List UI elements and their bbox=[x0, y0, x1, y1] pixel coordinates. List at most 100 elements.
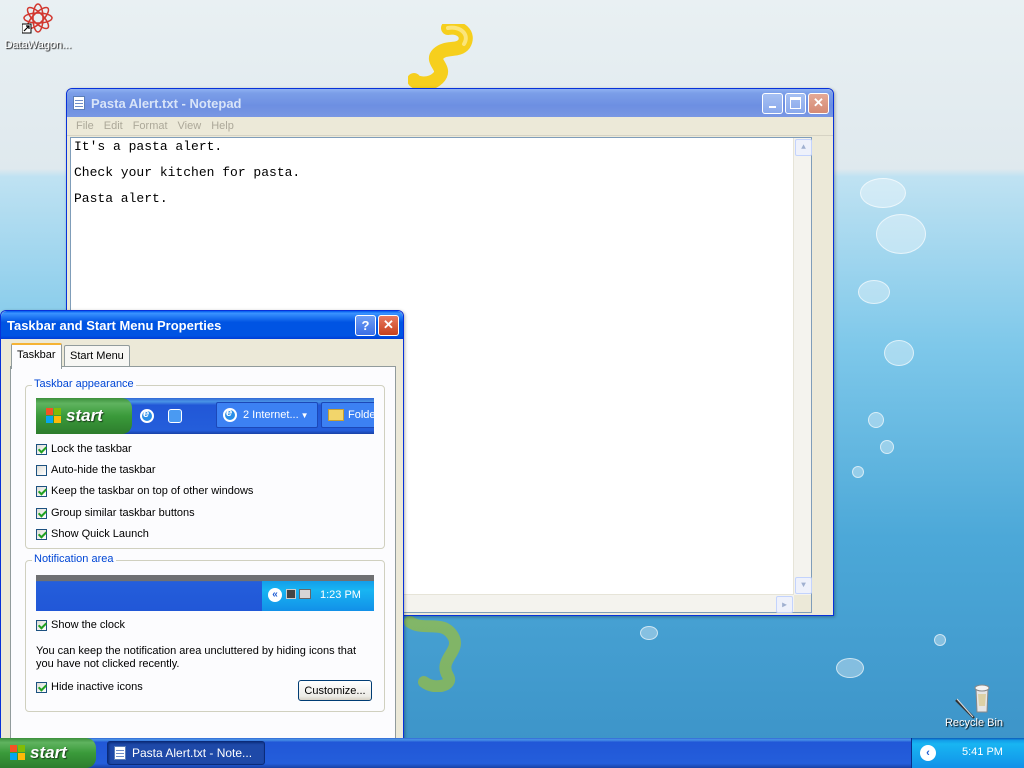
notepad-icon bbox=[73, 96, 85, 110]
group-legend: Taskbar appearance bbox=[32, 378, 136, 390]
checkbox-box bbox=[36, 464, 47, 476]
desktop-icon-datawagon[interactable]: DataWagon... bbox=[0, 2, 76, 51]
notepad-title: Pasta Alert.txt - Notepad bbox=[91, 95, 242, 111]
show-clock-checkbox[interactable]: Show the clock bbox=[36, 619, 125, 631]
checkbox-label: Group similar taskbar buttons bbox=[51, 507, 195, 519]
printer-icon bbox=[299, 589, 311, 599]
notepad-icon bbox=[114, 746, 126, 760]
notification-description: You can keep the notification area unclu… bbox=[36, 645, 357, 670]
checkbox-label: Show the clock bbox=[51, 619, 125, 631]
preview-task-internet: 2 Internet... ▼ bbox=[216, 402, 318, 428]
dialog-body: Taskbar Start Menu Taskbar appearance st… bbox=[4, 339, 400, 762]
scroll-right-button[interactable]: ▶ bbox=[776, 596, 793, 613]
notification-area-group: Notification area « 1:23 PM Show the clo… bbox=[25, 553, 385, 712]
taskbar-preview: start 2 Internet... ▼ Folde bbox=[36, 398, 374, 434]
bubble-decoration bbox=[858, 280, 890, 304]
clock[interactable]: 5:41 PM bbox=[962, 746, 1003, 758]
close-icon: ✕ bbox=[383, 317, 394, 332]
bubble-decoration bbox=[640, 626, 658, 640]
desktop-icon-label: DataWagon... bbox=[4, 39, 72, 51]
lock-taskbar-checkbox[interactable]: Lock the taskbar bbox=[36, 443, 132, 455]
notepad-menubar: File Edit Format View Help bbox=[67, 117, 833, 136]
desktop-icon-label: Recycle Bin bbox=[944, 717, 1004, 729]
auto-hide-checkbox[interactable]: Auto-hide the taskbar bbox=[36, 464, 156, 476]
menu-file[interactable]: File bbox=[71, 120, 99, 132]
checkbox-label: Keep the taskbar on top of other windows bbox=[51, 485, 254, 497]
text-line: Check your kitchen for pasta. bbox=[74, 165, 301, 180]
taskbar-button-notepad[interactable]: Pasta Alert.txt - Note... bbox=[107, 741, 265, 765]
quick-launch-icon bbox=[168, 409, 182, 423]
keep-on-top-checkbox[interactable]: Keep the taskbar on top of other windows bbox=[36, 485, 253, 497]
help-icon: ? bbox=[361, 317, 370, 333]
bubble-decoration bbox=[868, 412, 884, 428]
maximize-button[interactable] bbox=[785, 92, 806, 114]
menu-edit[interactable]: Edit bbox=[99, 120, 128, 132]
text-line: Pasta alert. bbox=[74, 191, 168, 206]
group-buttons-checkbox[interactable]: Group similar taskbar buttons bbox=[36, 507, 195, 519]
show-hidden-icons-button[interactable]: ‹ bbox=[920, 745, 936, 761]
dialog-close-button[interactable]: ✕ bbox=[378, 314, 399, 336]
quick-launch-checkbox[interactable]: Show Quick Launch bbox=[36, 528, 149, 540]
menu-help[interactable]: Help bbox=[206, 120, 239, 132]
tab-taskbar[interactable]: Taskbar bbox=[11, 343, 62, 369]
pasta-decoration bbox=[408, 24, 473, 90]
dropdown-arrow-icon: ▼ bbox=[300, 410, 309, 420]
preview-tray: « 1:23 PM bbox=[262, 581, 374, 611]
checkbox-box bbox=[36, 485, 47, 497]
close-icon: ✕ bbox=[813, 95, 824, 110]
checkbox-box bbox=[36, 619, 47, 631]
taskbar: start Pasta Alert.txt - Note... ‹ 5:41 P… bbox=[0, 738, 1024, 768]
preview-task-label: Folde bbox=[348, 409, 374, 421]
close-button[interactable]: ✕ bbox=[808, 92, 829, 114]
dialog-titlebar[interactable]: Taskbar and Start Menu Properties ? ✕ bbox=[1, 311, 403, 339]
preview-start-label: start bbox=[66, 406, 103, 425]
checkbox-label: Auto-hide the taskbar bbox=[51, 464, 156, 476]
recycle-bin-icon bbox=[955, 684, 990, 719]
scroll-down-button[interactable]: ▼ bbox=[795, 577, 812, 594]
bubble-decoration bbox=[880, 440, 894, 454]
internet-explorer-icon bbox=[140, 408, 154, 423]
notepad-titlebar[interactable]: Pasta Alert.txt - Notepad ✕ bbox=[67, 89, 833, 117]
checkbox-box bbox=[36, 507, 47, 519]
flower-icon bbox=[21, 3, 53, 34]
checkbox-label: Show Quick Launch bbox=[51, 528, 149, 540]
bubble-decoration bbox=[934, 634, 946, 646]
vertical-scrollbar[interactable]: ▲ ▼ bbox=[793, 138, 812, 595]
bubble-decoration bbox=[852, 466, 864, 478]
dialog-title: Taskbar and Start Menu Properties bbox=[7, 317, 222, 333]
customize-button[interactable]: Customize... bbox=[298, 680, 372, 701]
system-tray: ‹ 5:41 PM bbox=[911, 738, 1024, 768]
resize-grip[interactable] bbox=[794, 595, 811, 612]
preview-time: 1:23 PM bbox=[320, 589, 361, 601]
minimize-button[interactable] bbox=[762, 92, 783, 114]
preview-task-folder: Folde bbox=[321, 402, 374, 428]
taskbar-tab-panel: Taskbar appearance start 2 Internet... bbox=[10, 366, 396, 748]
start-button[interactable]: start bbox=[0, 738, 96, 768]
internet-explorer-icon bbox=[223, 407, 237, 422]
tab-start-menu[interactable]: Start Menu bbox=[64, 345, 130, 366]
network-icon bbox=[286, 589, 296, 599]
windows-flag-icon bbox=[10, 745, 26, 761]
maximize-icon bbox=[790, 97, 801, 109]
windows-flag-icon bbox=[46, 408, 62, 424]
bubble-decoration bbox=[836, 658, 864, 678]
menu-format[interactable]: Format bbox=[128, 120, 173, 132]
checkbox-box bbox=[36, 681, 47, 693]
desktop-icon-recycle-bin[interactable]: Recycle Bin bbox=[936, 684, 1012, 729]
text-line: It's a pasta alert. bbox=[74, 139, 223, 154]
bubble-decoration bbox=[860, 178, 906, 208]
pasta-decoration bbox=[404, 616, 461, 692]
taskbar-appearance-group: Taskbar appearance start 2 Internet... bbox=[25, 378, 385, 549]
menu-view[interactable]: View bbox=[173, 120, 207, 132]
preview-task-label: 2 Internet... bbox=[243, 409, 299, 421]
help-button[interactable]: ? bbox=[355, 314, 376, 336]
scroll-up-button[interactable]: ▲ bbox=[795, 139, 812, 156]
notification-preview: « 1:23 PM bbox=[36, 575, 374, 611]
taskbar-button-label: Pasta Alert.txt - Note... bbox=[132, 746, 253, 760]
group-legend: Notification area bbox=[32, 553, 116, 565]
bubble-decoration bbox=[884, 340, 914, 366]
hide-inactive-checkbox[interactable]: Hide inactive icons bbox=[36, 681, 143, 693]
minimize-icon bbox=[769, 106, 776, 108]
preview-start-button: start bbox=[36, 398, 132, 434]
folder-icon bbox=[328, 409, 344, 421]
